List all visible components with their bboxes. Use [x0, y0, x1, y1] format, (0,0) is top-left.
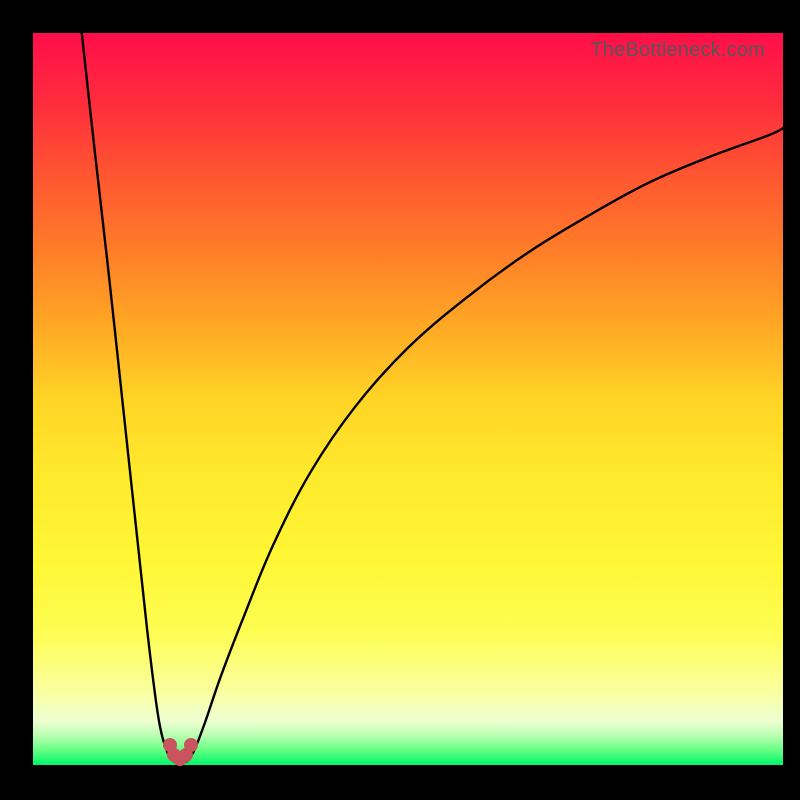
- marker-cluster: [33, 33, 783, 765]
- plot-area: TheBottleneck.com: [33, 33, 783, 765]
- chart-frame: TheBottleneck.com: [0, 0, 800, 800]
- marker-dot: [184, 738, 198, 752]
